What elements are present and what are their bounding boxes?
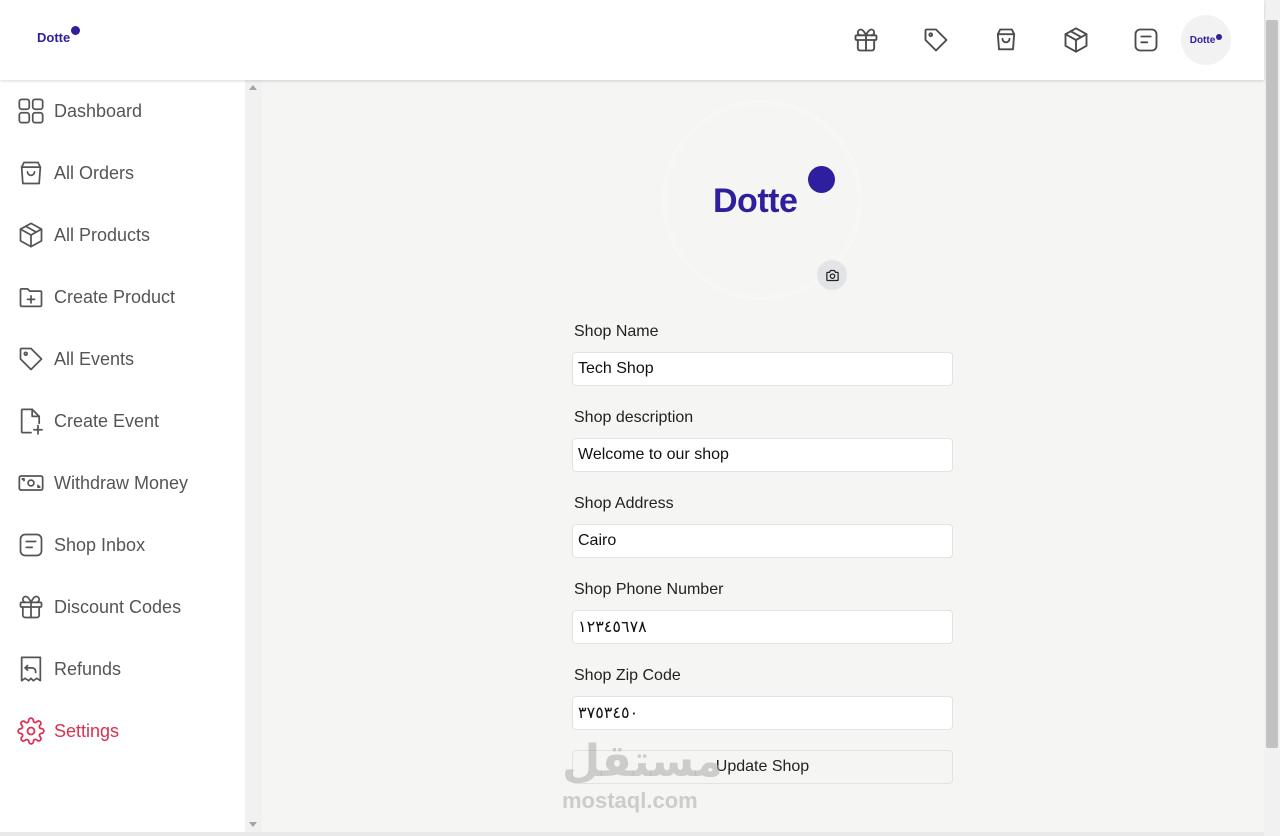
sidebar-scrollbar[interactable] <box>245 80 262 832</box>
sidebar-item-label: Discount Codes <box>54 596 182 617</box>
shop-zip-label: Shop Zip Code <box>574 667 681 684</box>
avatar[interactable]: Dotte <box>1181 15 1231 65</box>
shop-zip-input[interactable] <box>572 696 953 730</box>
sidebar-item-shop-inbox[interactable]: Shop Inbox <box>17 529 145 561</box>
sidebar-item-settings[interactable]: Settings <box>17 715 119 747</box>
sidebar-item-all-events[interactable]: All Events <box>17 343 134 375</box>
gift-icon[interactable] <box>850 24 882 56</box>
shop-name-input[interactable] <box>572 352 953 386</box>
top-header: Dotte Dotte <box>0 0 1264 80</box>
shop-phone-input[interactable] <box>572 610 953 644</box>
tag-icon[interactable] <box>920 24 952 56</box>
shop-description-input[interactable] <box>572 438 953 472</box>
tag-icon <box>19 347 43 371</box>
sidebar-item-create-product[interactable]: Create Product <box>17 281 175 313</box>
shop-address-label: Shop Address <box>574 495 674 512</box>
sidebar-item-label: All Orders <box>54 162 135 183</box>
shop-phone-label: Shop Phone Number <box>574 581 724 598</box>
dashboard-grid-icon <box>18 98 44 124</box>
sidebar-item-label: Dashboard <box>54 100 143 121</box>
sidebar-item-refunds[interactable]: Refunds <box>17 653 121 685</box>
gear-icon <box>17 717 45 745</box>
sidebar-item-all-products[interactable]: All Products <box>17 219 150 251</box>
update-shop-button[interactable]: Update Shop <box>572 750 953 784</box>
sidebar-item-label: Refunds <box>54 658 122 679</box>
receipt-refund-icon <box>20 656 42 682</box>
shopping-bag-icon <box>20 161 42 185</box>
gift-icon <box>19 595 43 619</box>
scroll-up-arrow-icon[interactable] <box>249 85 257 90</box>
sidebar-item-label: Settings <box>54 720 120 741</box>
sidebar-item-dashboard[interactable]: Dashboard <box>17 95 142 127</box>
horizontal-scrollbar[interactable] <box>0 832 1264 836</box>
sidebar-item-all-orders[interactable]: All Orders <box>17 157 134 189</box>
sidebar: Dashboard All Orders All Products Create… <box>0 80 245 832</box>
sidebar-item-label: Create Product <box>54 286 176 307</box>
page-scrollbar-thumb[interactable] <box>1266 20 1278 748</box>
scroll-down-arrow-icon[interactable] <box>249 822 257 827</box>
header-logo-text: Dotte <box>37 30 71 45</box>
shop-avatar-logo-dot <box>808 166 835 193</box>
sidebar-item-label: Withdraw Money <box>54 472 189 493</box>
file-plus-icon <box>20 408 43 435</box>
page-scrollbar[interactable] <box>1264 0 1280 836</box>
sidebar-item-label: Shop Inbox <box>54 534 146 555</box>
shop-address-input[interactable] <box>572 524 953 558</box>
header-logo[interactable]: Dotte <box>37 26 81 45</box>
shopping-bag-icon[interactable] <box>990 24 1022 56</box>
shop-description-label: Shop description <box>574 409 694 426</box>
sidebar-item-label: All Events <box>54 348 135 369</box>
sidebar-item-discount-codes[interactable]: Discount Codes <box>17 591 181 623</box>
change-avatar-button[interactable] <box>817 260 847 290</box>
avatar-text: Dotte <box>1189 34 1216 46</box>
sidebar-item-withdraw-money[interactable]: Withdraw Money <box>17 467 188 499</box>
camera-icon <box>825 269 839 281</box>
message-square-icon <box>19 533 43 557</box>
message-square-icon[interactable] <box>1130 24 1162 56</box>
sidebar-item-create-event[interactable]: Create Event <box>17 405 159 437</box>
avatar-dot <box>1216 34 1223 40</box>
shop-name-label: Shop Name <box>574 323 659 340</box>
shop-avatar-logo-text: Dotte <box>713 182 798 220</box>
sidebar-item-label: Create Event <box>54 410 160 431</box>
sidebar-item-label: All Products <box>54 224 151 245</box>
folder-plus-icon <box>19 287 43 308</box>
package-icon <box>19 222 43 248</box>
watermark-latin-text: mostaql.com <box>562 788 698 813</box>
banknote-icon <box>18 475 44 491</box>
package-icon[interactable] <box>1060 24 1092 56</box>
header-logo-dot <box>71 26 81 35</box>
